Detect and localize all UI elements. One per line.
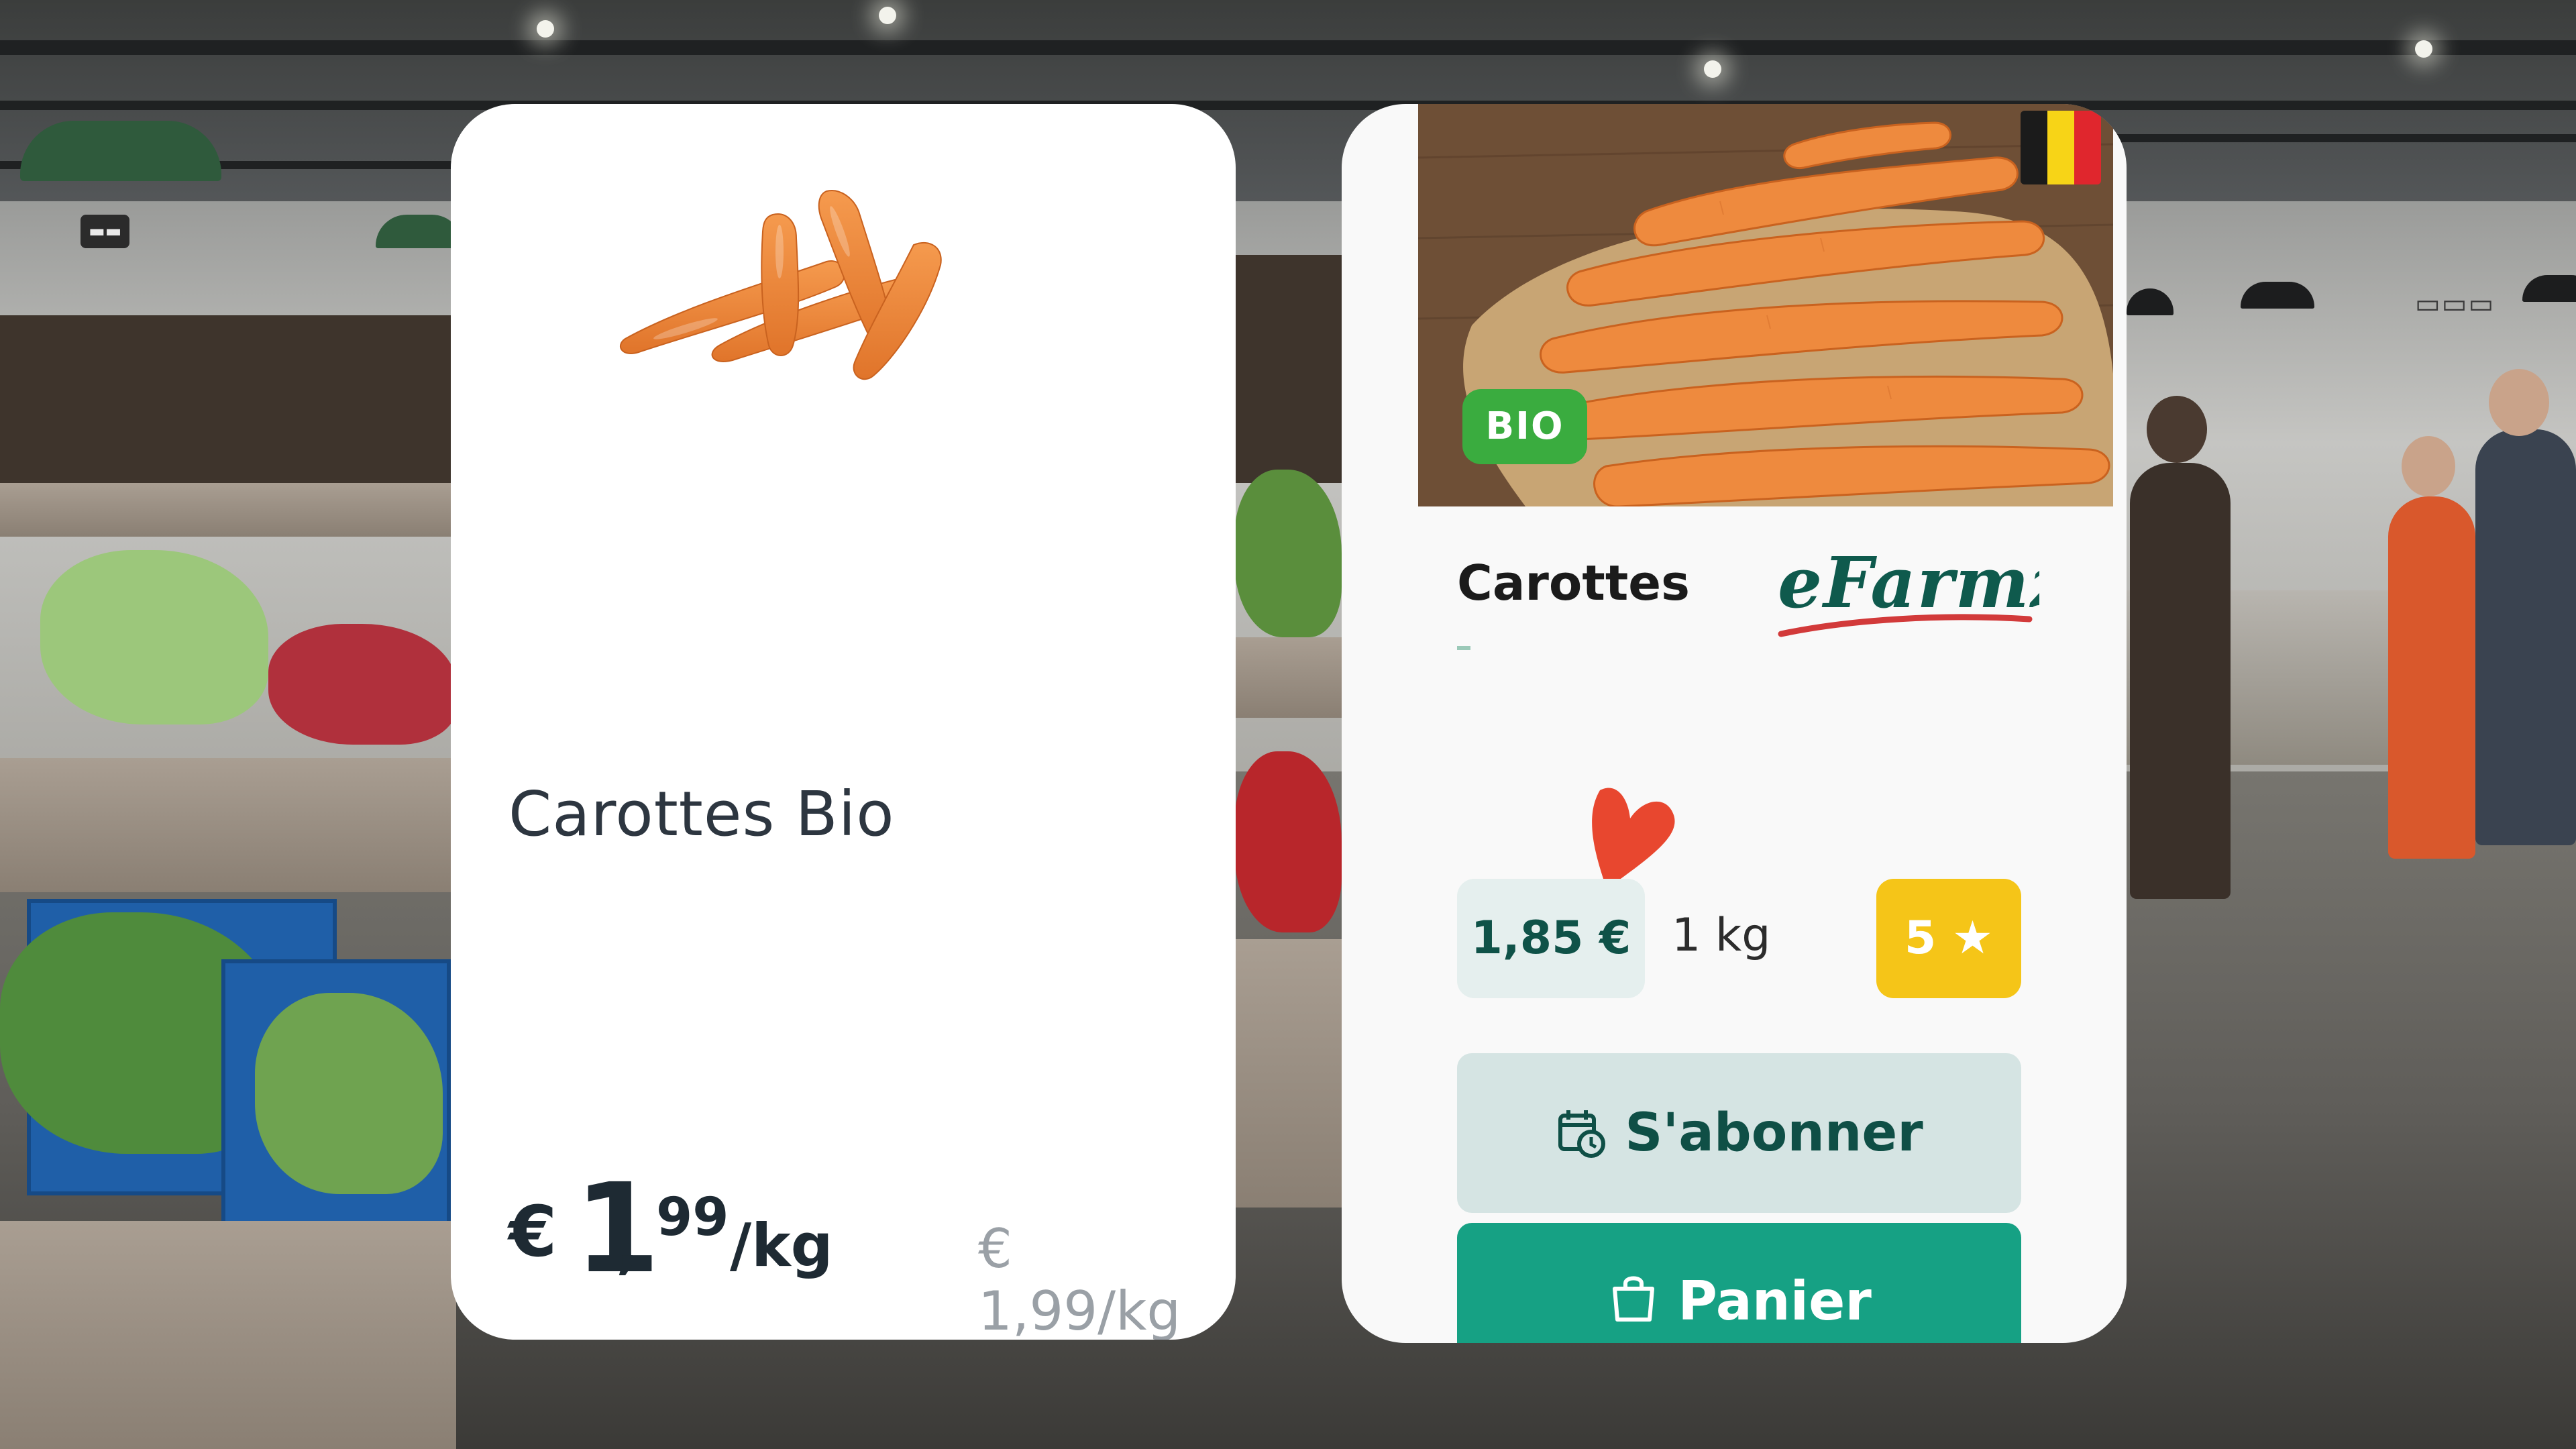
price-currency: €: [508, 1191, 557, 1273]
flag-stripe-yellow: [2047, 111, 2074, 184]
pendant-lamp: [20, 121, 221, 181]
shopper: [2388, 496, 2475, 859]
lettuce-display: [255, 993, 443, 1194]
shelf: [0, 315, 456, 490]
svg-text:eFarmz: eFarmz: [1778, 541, 2039, 624]
price: 1,85 €: [1457, 879, 1645, 998]
ceiling-beam: [0, 101, 2576, 110]
calendar-clock-icon: [1558, 1110, 1606, 1158]
product-name: Carottes: [1457, 555, 1690, 611]
ceiling-spotlight: [2415, 40, 2432, 58]
price-cents: 99: [656, 1187, 729, 1248]
shelf: [1234, 255, 1342, 483]
shopping-bag-icon: [1613, 1276, 1655, 1322]
vegetable-display: [1234, 470, 1342, 637]
radish-display: [268, 624, 456, 745]
hanging-sign: ▬▬: [80, 215, 130, 248]
ceiling-beam: [0, 40, 2576, 55]
pepper-display: [1234, 751, 1342, 932]
unit-price: € 1,99/kg: [978, 1218, 1181, 1340]
shopper: [2130, 463, 2231, 899]
flag-stripe-red: [2074, 111, 2101, 184]
price-decimal-separator: ,: [616, 1211, 639, 1281]
flag-stripe-black: [2021, 111, 2047, 184]
produce-stand: [0, 1221, 456, 1449]
product-card-supermarket[interactable]: Carottes Bio € 1 , 99 /kg € 1,99/kg: [451, 104, 1236, 1340]
wall-sign: ▭▭▭: [2415, 288, 2496, 319]
produce-stand: [0, 483, 456, 537]
shopper-head: [2147, 396, 2207, 463]
rating-value: 5: [1904, 912, 1937, 965]
efarmz-logo: eFarmz: [1778, 541, 2039, 637]
produce-stand: [1234, 637, 1342, 718]
rating-badge: 5 ★: [1876, 879, 2021, 998]
produce-stand: [0, 758, 456, 892]
subscribe-button[interactable]: S'abonner: [1457, 1053, 2021, 1213]
bio-badge: BIO: [1462, 389, 1587, 464]
ceiling-spotlight: [879, 7, 896, 24]
star-icon: ★: [1952, 912, 1993, 965]
heart-icon[interactable]: [1580, 778, 1687, 892]
carrots-image: [619, 190, 942, 380]
add-to-cart-button[interactable]: Panier: [1457, 1223, 2021, 1343]
pendant-lamp: [2241, 282, 2314, 309]
supermarket-background: ▬▬ ▭▭▭: [0, 0, 2576, 1449]
ceiling-beam: [2113, 134, 2576, 142]
price-unit: /kg: [730, 1211, 833, 1280]
shopper-head: [2489, 369, 2549, 436]
shopper: [2475, 429, 2576, 845]
weight: 1 kg: [1672, 909, 1771, 962]
product-name: Carottes Bio: [508, 778, 895, 850]
shopper-head: [2402, 436, 2455, 496]
add-to-cart-button-label: Panier: [1678, 1270, 1872, 1332]
leek-display: [40, 550, 268, 724]
product-card-efarmz[interactable]: BIO Carottes eFarmz 1,85 € 1 kg 5 ★ S'ab…: [1342, 104, 2127, 1343]
subscribe-button-label: S'abonner: [1625, 1103, 1923, 1163]
belgium-flag-icon: [2021, 111, 2101, 184]
product-subtitle: [1457, 646, 1470, 650]
ceiling-spotlight: [537, 20, 554, 38]
ceiling-spotlight: [1704, 60, 1721, 78]
price: € 1 , 99 /kg € 1,99/kg: [508, 1124, 1181, 1340]
carrots-photo: BIO: [1418, 104, 2113, 506]
produce-stand: [1234, 939, 1342, 1208]
